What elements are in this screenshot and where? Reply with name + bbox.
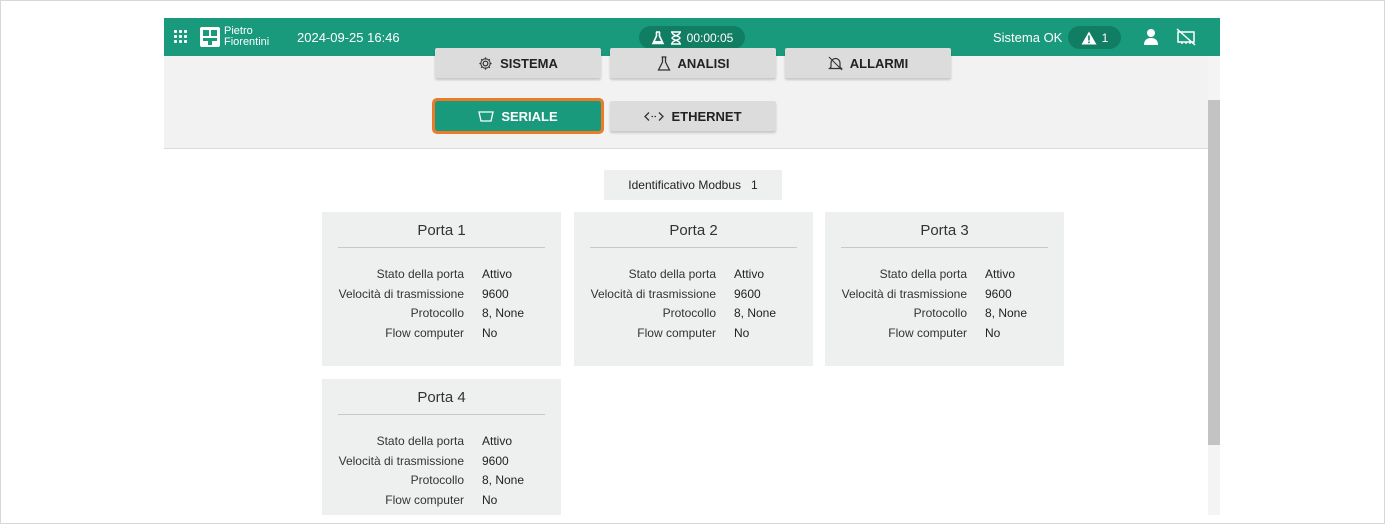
logo-icon bbox=[200, 27, 220, 47]
port-row-label: Protocollo bbox=[662, 306, 716, 320]
port-row-label: Protocollo bbox=[410, 306, 464, 320]
port-row-value: No bbox=[482, 325, 498, 340]
port-row: Flow computer No bbox=[322, 324, 561, 344]
tab-ethernet[interactable]: ETHERNET bbox=[610, 101, 776, 131]
bell-icon bbox=[827, 56, 843, 70]
port-card-1: Porta 1 Stato della porta Attivo Velocità… bbox=[322, 212, 561, 366]
section-nav: SISTEMA ANALISI ALLARMI SERIALE ETHERNET bbox=[164, 48, 1208, 149]
app-window: Pietro Fiorentini 2024-09-25 16:46 00:00… bbox=[164, 18, 1220, 515]
port-row: Protocollo 8, None bbox=[322, 471, 561, 491]
brand-logo: Pietro Fiorentini bbox=[200, 26, 269, 48]
port-row-value: 9600 bbox=[734, 286, 761, 301]
system-status: Sistema OK bbox=[993, 30, 1063, 45]
port-row-value: No bbox=[734, 325, 750, 340]
port-row: Protocollo 8, None bbox=[322, 304, 561, 324]
port-row-label: Protocollo bbox=[913, 306, 967, 320]
port-row-label: Stato della porta bbox=[879, 267, 967, 281]
port-row-value: Attivo bbox=[482, 267, 513, 281]
port-row: Stato della porta Attivo bbox=[322, 432, 561, 452]
port-row: Stato della porta Attivo bbox=[574, 265, 813, 285]
port-row-label: Flow computer bbox=[385, 325, 464, 340]
tab-analisi-label: ANALISI bbox=[677, 55, 730, 71]
port-row-label: Stato della porta bbox=[376, 434, 464, 448]
logo-text: Pietro Fiorentini bbox=[224, 25, 270, 48]
tab-allarmi-label: ALLARMI bbox=[849, 55, 909, 71]
port-row-label: Velocità di trasmissione bbox=[338, 286, 464, 301]
port-row-value: No bbox=[985, 325, 1001, 340]
port-title: Porta 2 bbox=[590, 222, 797, 248]
port-row-value: 8, None bbox=[985, 306, 1028, 320]
port-card-3: Porta 3 Stato della porta Attivo Velocità… bbox=[825, 212, 1064, 366]
port-row: Protocollo 8, None bbox=[574, 304, 813, 324]
port-row-label: Flow computer bbox=[385, 492, 464, 507]
modbus-id: Identificativo Modbus 1 bbox=[604, 170, 782, 200]
user-icon[interactable] bbox=[1142, 28, 1160, 46]
port-row-value: 9600 bbox=[482, 286, 509, 301]
hourglass-icon bbox=[670, 30, 681, 45]
port-row: Flow computer No bbox=[322, 491, 561, 511]
port-row-label: Flow computer bbox=[637, 325, 716, 340]
port-row: Flow computer No bbox=[825, 324, 1064, 344]
port-row-label: Velocità di trasmissione bbox=[590, 286, 716, 301]
serial-port-icon bbox=[478, 110, 495, 122]
tab-seriale[interactable]: SERIALE bbox=[432, 98, 604, 134]
tab-analisi[interactable]: ANALISI bbox=[610, 48, 776, 78]
port-row-label: Velocità di trasmissione bbox=[841, 286, 967, 301]
alarm-badge[interactable]: 1 bbox=[1068, 26, 1121, 49]
port-row-value: 8, None bbox=[734, 306, 777, 320]
datetime: 2024-09-25 16:46 bbox=[297, 30, 400, 45]
port-row-value: No bbox=[482, 492, 498, 507]
gear-icon bbox=[479, 56, 492, 70]
ethernet-icon bbox=[644, 111, 665, 121]
port-title: Porta 3 bbox=[841, 222, 1048, 248]
port-row-value: 8, None bbox=[482, 306, 525, 320]
port-row-label: Stato della porta bbox=[376, 267, 464, 281]
port-row: Velocità di trasmissione 9600 bbox=[322, 285, 561, 305]
modbus-id-label: Identificativo Modbus bbox=[628, 178, 742, 192]
port-card-2: Porta 2 Stato della porta Attivo Velocità… bbox=[574, 212, 813, 366]
port-row-label: Flow computer bbox=[888, 325, 967, 340]
flask-icon bbox=[656, 55, 671, 71]
port-row: Stato della porta Attivo bbox=[825, 265, 1064, 285]
warning-icon bbox=[1081, 31, 1097, 44]
tab-seriale-label: SERIALE bbox=[501, 108, 558, 124]
alarm-count: 1 bbox=[1101, 30, 1109, 45]
port-row-value: 8, None bbox=[482, 473, 525, 487]
analysis-timer: 00:00:05 bbox=[639, 26, 745, 49]
tab-sistema[interactable]: SISTEMA bbox=[435, 48, 601, 78]
vertical-scrollbar[interactable] bbox=[1208, 56, 1220, 515]
port-row: Flow computer No bbox=[574, 324, 813, 344]
tab-sistema-label: SISTEMA bbox=[500, 55, 558, 71]
port-row-label: Protocollo bbox=[410, 473, 464, 487]
port-row-value: Attivo bbox=[985, 267, 1016, 281]
port-row: Stato della porta Attivo bbox=[322, 265, 561, 285]
port-row: Velocità di trasmissione 9600 bbox=[574, 285, 813, 305]
port-card-4: Porta 4 Stato della porta Attivo Velocità… bbox=[322, 379, 561, 515]
port-row-value: Attivo bbox=[734, 267, 765, 281]
port-row-label: Stato della porta bbox=[628, 267, 716, 281]
tab-allarmi[interactable]: ALLARMI bbox=[785, 48, 951, 78]
scrollbar-thumb[interactable] bbox=[1208, 100, 1220, 445]
tab-ethernet-label: ETHERNET bbox=[671, 108, 742, 124]
flask-icon bbox=[651, 30, 664, 44]
timer-value: 00:00:05 bbox=[686, 30, 734, 45]
network-off-icon[interactable] bbox=[1176, 28, 1196, 46]
port-title: Porta 1 bbox=[338, 222, 545, 248]
port-row: Protocollo 8, None bbox=[825, 304, 1064, 324]
port-row-value: 9600 bbox=[482, 453, 509, 468]
port-row-label: Velocità di trasmissione bbox=[338, 453, 464, 468]
port-row: Velocità di trasmissione 9600 bbox=[825, 285, 1064, 305]
apps-grid-icon[interactable] bbox=[172, 28, 190, 46]
port-row: Velocità di trasmissione 9600 bbox=[322, 452, 561, 472]
modbus-id-value: 1 bbox=[751, 178, 758, 192]
port-row-value: Attivo bbox=[482, 434, 513, 448]
port-title: Porta 4 bbox=[338, 389, 545, 415]
port-row-value: 9600 bbox=[985, 286, 1012, 301]
